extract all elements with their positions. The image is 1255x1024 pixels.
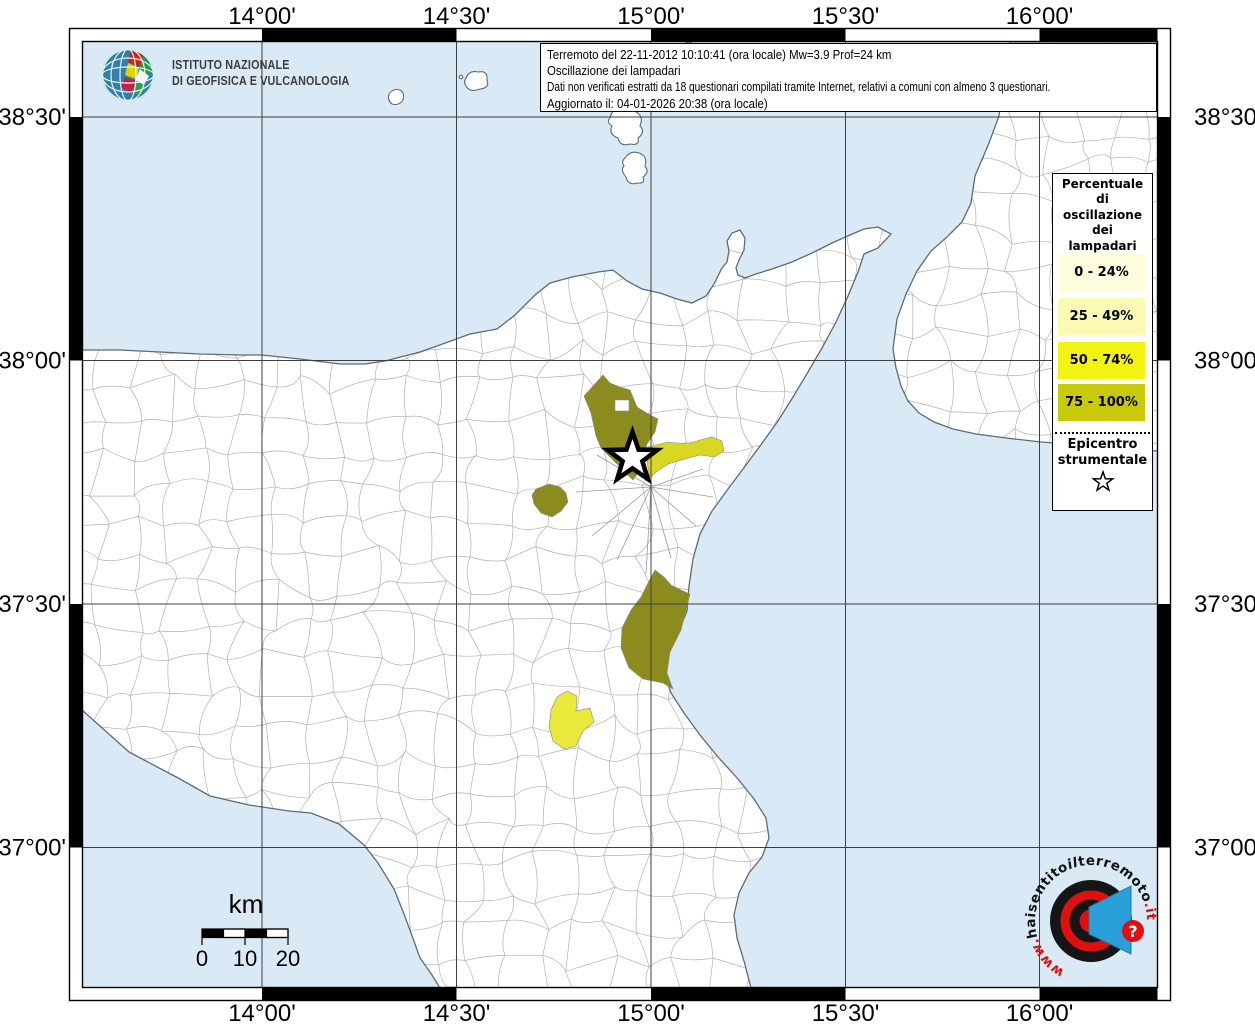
legend-epicenter-label-2: strumentale [1057, 453, 1148, 468]
axis-top-0: 14°00' [228, 3, 296, 30]
info-line-disclaimer: Dati non verificati estratti da 18 quest… [547, 79, 1051, 95]
scale-bar-unit: km [229, 889, 264, 919]
ingv-name-line1: ISTITUTO NAZIONALE [172, 58, 290, 72]
axis-bottom-4: 16°00' [1006, 1000, 1074, 1024]
earthquake-info-box: Terremoto del 22-11-2012 10:10:41 (ora l… [540, 43, 1157, 112]
axis-bottom-2: 15°00' [617, 1000, 685, 1024]
legend-class-0-24: 0 - 24% [1058, 254, 1145, 291]
axis-top-4: 16°00' [1006, 3, 1074, 30]
seismic-intensity-map: km 0 10 20 14°00' 14°30' 15°00' 15°30' 1… [0, 0, 1255, 1024]
axis-bottom-0: 14°00' [228, 1000, 296, 1024]
ingv-name-line2: DI GEOFISICA E VULCANOLOGIA [172, 74, 350, 88]
info-line-effect: Oscillazione dei lampadari [547, 63, 681, 79]
info-line-updated: Aggiornato il: 04-01-2026 20:38 (ora loc… [547, 95, 768, 111]
axis-right-3: 37°00' [1194, 835, 1255, 862]
axis-bottom-3: 15°30' [812, 1000, 880, 1024]
scale-tick-10: 10 [233, 946, 257, 971]
axis-left-2: 37°30' [0, 591, 66, 618]
legend-class-75-100: 75 - 100% [1058, 384, 1145, 421]
info-line-event: Terremoto del 22-11-2012 10:10:41 (ora l… [547, 47, 892, 62]
island-vulcano [621, 151, 648, 185]
island-salina [463, 71, 489, 92]
axis-left-3: 37°00' [0, 835, 66, 862]
legend-separator [1055, 432, 1150, 434]
legend: Percentuale di oscillazione dei lampadar… [1052, 173, 1153, 511]
question-mark: ? [1128, 922, 1137, 941]
axis-left-1: 38°00' [0, 348, 66, 375]
axis-top-2: 15°00' [617, 3, 685, 30]
legend-epicenter-label-1: Epicentro [1067, 437, 1138, 452]
axis-right-1: 38°00' [1194, 348, 1255, 375]
axis-bottom-1: 14°30' [423, 1000, 491, 1024]
scale-tick-0: 0 [196, 946, 208, 971]
patch-hole [614, 399, 630, 412]
axis-top-1: 14°30' [423, 3, 491, 30]
axis-right-2: 37°30' [1194, 591, 1255, 618]
axis-left-0: 38°30' [0, 104, 66, 131]
legend-class-25-49: 25 - 49% [1058, 298, 1145, 335]
axis-right-0: 38°30' [1194, 104, 1255, 131]
axis-top-3: 15°30' [812, 3, 880, 30]
island-filicudi [387, 88, 405, 106]
legend-title: Percentuale di oscillazione dei lampadar… [1061, 177, 1144, 253]
legend-star-icon [1090, 470, 1115, 493]
scale-tick-20: 20 [276, 946, 300, 971]
islet [458, 74, 464, 80]
legend-class-50-74: 50 - 74% [1058, 342, 1145, 379]
ingv-logo-text: ISTITUTO NAZIONALE DI GEOFISICA E VULCAN… [172, 57, 349, 89]
ingv-globe-logo [102, 49, 154, 101]
map-canvas: km 0 10 20 14°00' 14°30' 15°00' 15°30' 1… [0, 3, 1255, 1024]
